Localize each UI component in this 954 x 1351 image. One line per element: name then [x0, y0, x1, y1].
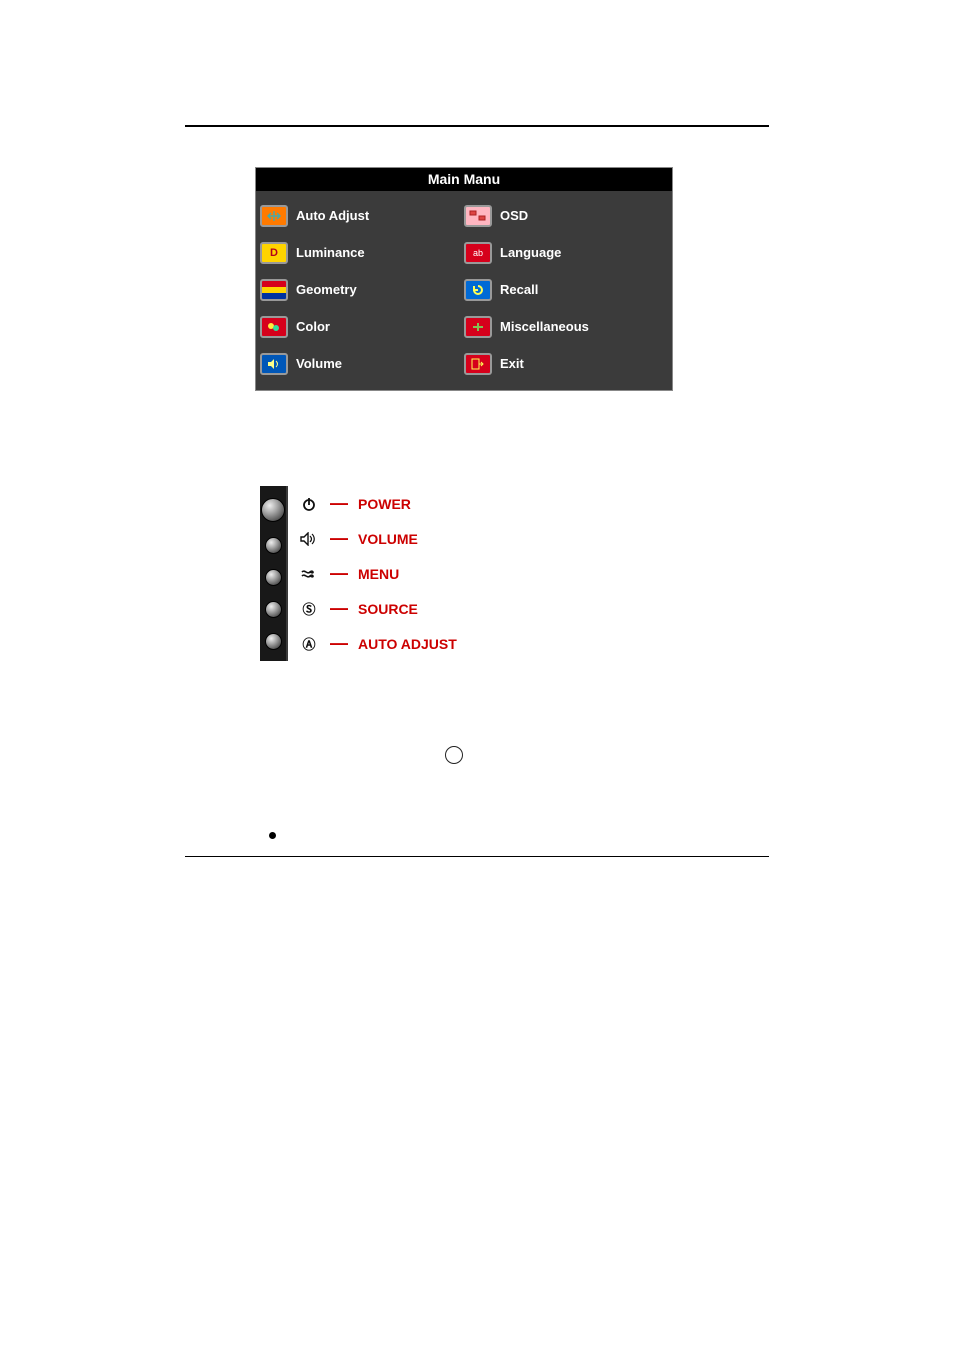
- auto-icon: Ⓐ: [296, 626, 322, 661]
- bottom-divider: [185, 856, 769, 857]
- osd-item-geometry[interactable]: Geometry: [260, 271, 464, 308]
- physical-button-strip: [260, 486, 288, 661]
- auto-adjust-icon: [260, 205, 288, 227]
- osd-item-auto-adjust[interactable]: Auto Adjust: [260, 197, 464, 234]
- label-strip: POWER VOLUME MENU SOURCE AUTO ADJUST: [358, 486, 457, 661]
- miscellaneous-icon: [464, 316, 492, 338]
- bullet-icon: [269, 832, 276, 839]
- separator-dash: —: [330, 521, 350, 556]
- osd-label: Volume: [296, 356, 342, 371]
- page-content: Main Manu Auto Adjust D Luminance Geomet…: [0, 0, 954, 857]
- menu-label: MENU: [358, 556, 457, 591]
- menu-button[interactable]: [265, 569, 282, 586]
- osd-title-bar: Main Manu: [256, 168, 672, 191]
- circle-marker-wrap: [185, 746, 769, 776]
- power-icon: [296, 486, 322, 521]
- circle-marker-icon: [445, 746, 463, 764]
- separator-dash: —: [330, 556, 350, 591]
- power-label: POWER: [358, 486, 457, 521]
- speaker-icon: [296, 521, 322, 556]
- osd-item-volume[interactable]: Volume: [260, 345, 464, 382]
- osd-item-recall[interactable]: Recall: [464, 271, 668, 308]
- osd-label: Auto Adjust: [296, 208, 369, 223]
- osd-icon: [464, 205, 492, 227]
- volume-button[interactable]: [265, 537, 282, 554]
- osd-item-luminance[interactable]: D Luminance: [260, 234, 464, 271]
- osd-label: Recall: [500, 282, 538, 297]
- power-button[interactable]: [261, 498, 285, 522]
- osd-right-column: OSD ab Language Recall Miscellane: [464, 197, 668, 382]
- osd-label: Luminance: [296, 245, 365, 260]
- source-label: SOURCE: [358, 591, 457, 626]
- geometry-icon: [260, 279, 288, 301]
- luminance-icon: D: [260, 242, 288, 264]
- separator-dash: —: [330, 486, 350, 521]
- separator-dash: —: [330, 626, 350, 661]
- lower-section: [185, 746, 769, 857]
- osd-item-language[interactable]: ab Language: [464, 234, 668, 271]
- exit-icon: [464, 353, 492, 375]
- separator-dash: —: [330, 591, 350, 626]
- volume-icon: [260, 353, 288, 375]
- osd-item-osd[interactable]: OSD: [464, 197, 668, 234]
- menu-icon: [296, 556, 322, 591]
- osd-item-exit[interactable]: Exit: [464, 345, 668, 382]
- osd-left-column: Auto Adjust D Luminance Geometry Color: [260, 197, 464, 382]
- osd-item-color[interactable]: Color: [260, 308, 464, 345]
- recall-icon: [464, 279, 492, 301]
- osd-label: OSD: [500, 208, 528, 223]
- volume-label: VOLUME: [358, 521, 457, 556]
- auto-adjust-button[interactable]: [265, 633, 282, 650]
- auto-adjust-label: AUTO ADJUST: [358, 626, 457, 661]
- symbol-strip: Ⓢ Ⓐ: [296, 486, 322, 661]
- top-divider: [185, 125, 769, 127]
- source-icon: Ⓢ: [296, 591, 322, 626]
- dash-strip: — — — — —: [330, 486, 350, 661]
- osd-body: Auto Adjust D Luminance Geometry Color: [256, 191, 672, 390]
- color-icon: [260, 316, 288, 338]
- osd-main-menu-panel: Main Manu Auto Adjust D Luminance Geomet…: [255, 167, 673, 391]
- osd-item-miscellaneous[interactable]: Miscellaneous: [464, 308, 668, 345]
- osd-label: Exit: [500, 356, 524, 371]
- osd-label: Language: [500, 245, 561, 260]
- language-icon: ab: [464, 242, 492, 264]
- osd-label: Color: [296, 319, 330, 334]
- osd-title: Main Manu: [428, 171, 500, 187]
- source-button[interactable]: [265, 601, 282, 618]
- osd-label: Miscellaneous: [500, 319, 589, 334]
- osd-label: Geometry: [296, 282, 357, 297]
- button-legend-panel: Ⓢ Ⓐ — — — — — POWER VOLUME MENU SOURCE A…: [260, 486, 769, 661]
- bullet-row: [269, 826, 769, 844]
